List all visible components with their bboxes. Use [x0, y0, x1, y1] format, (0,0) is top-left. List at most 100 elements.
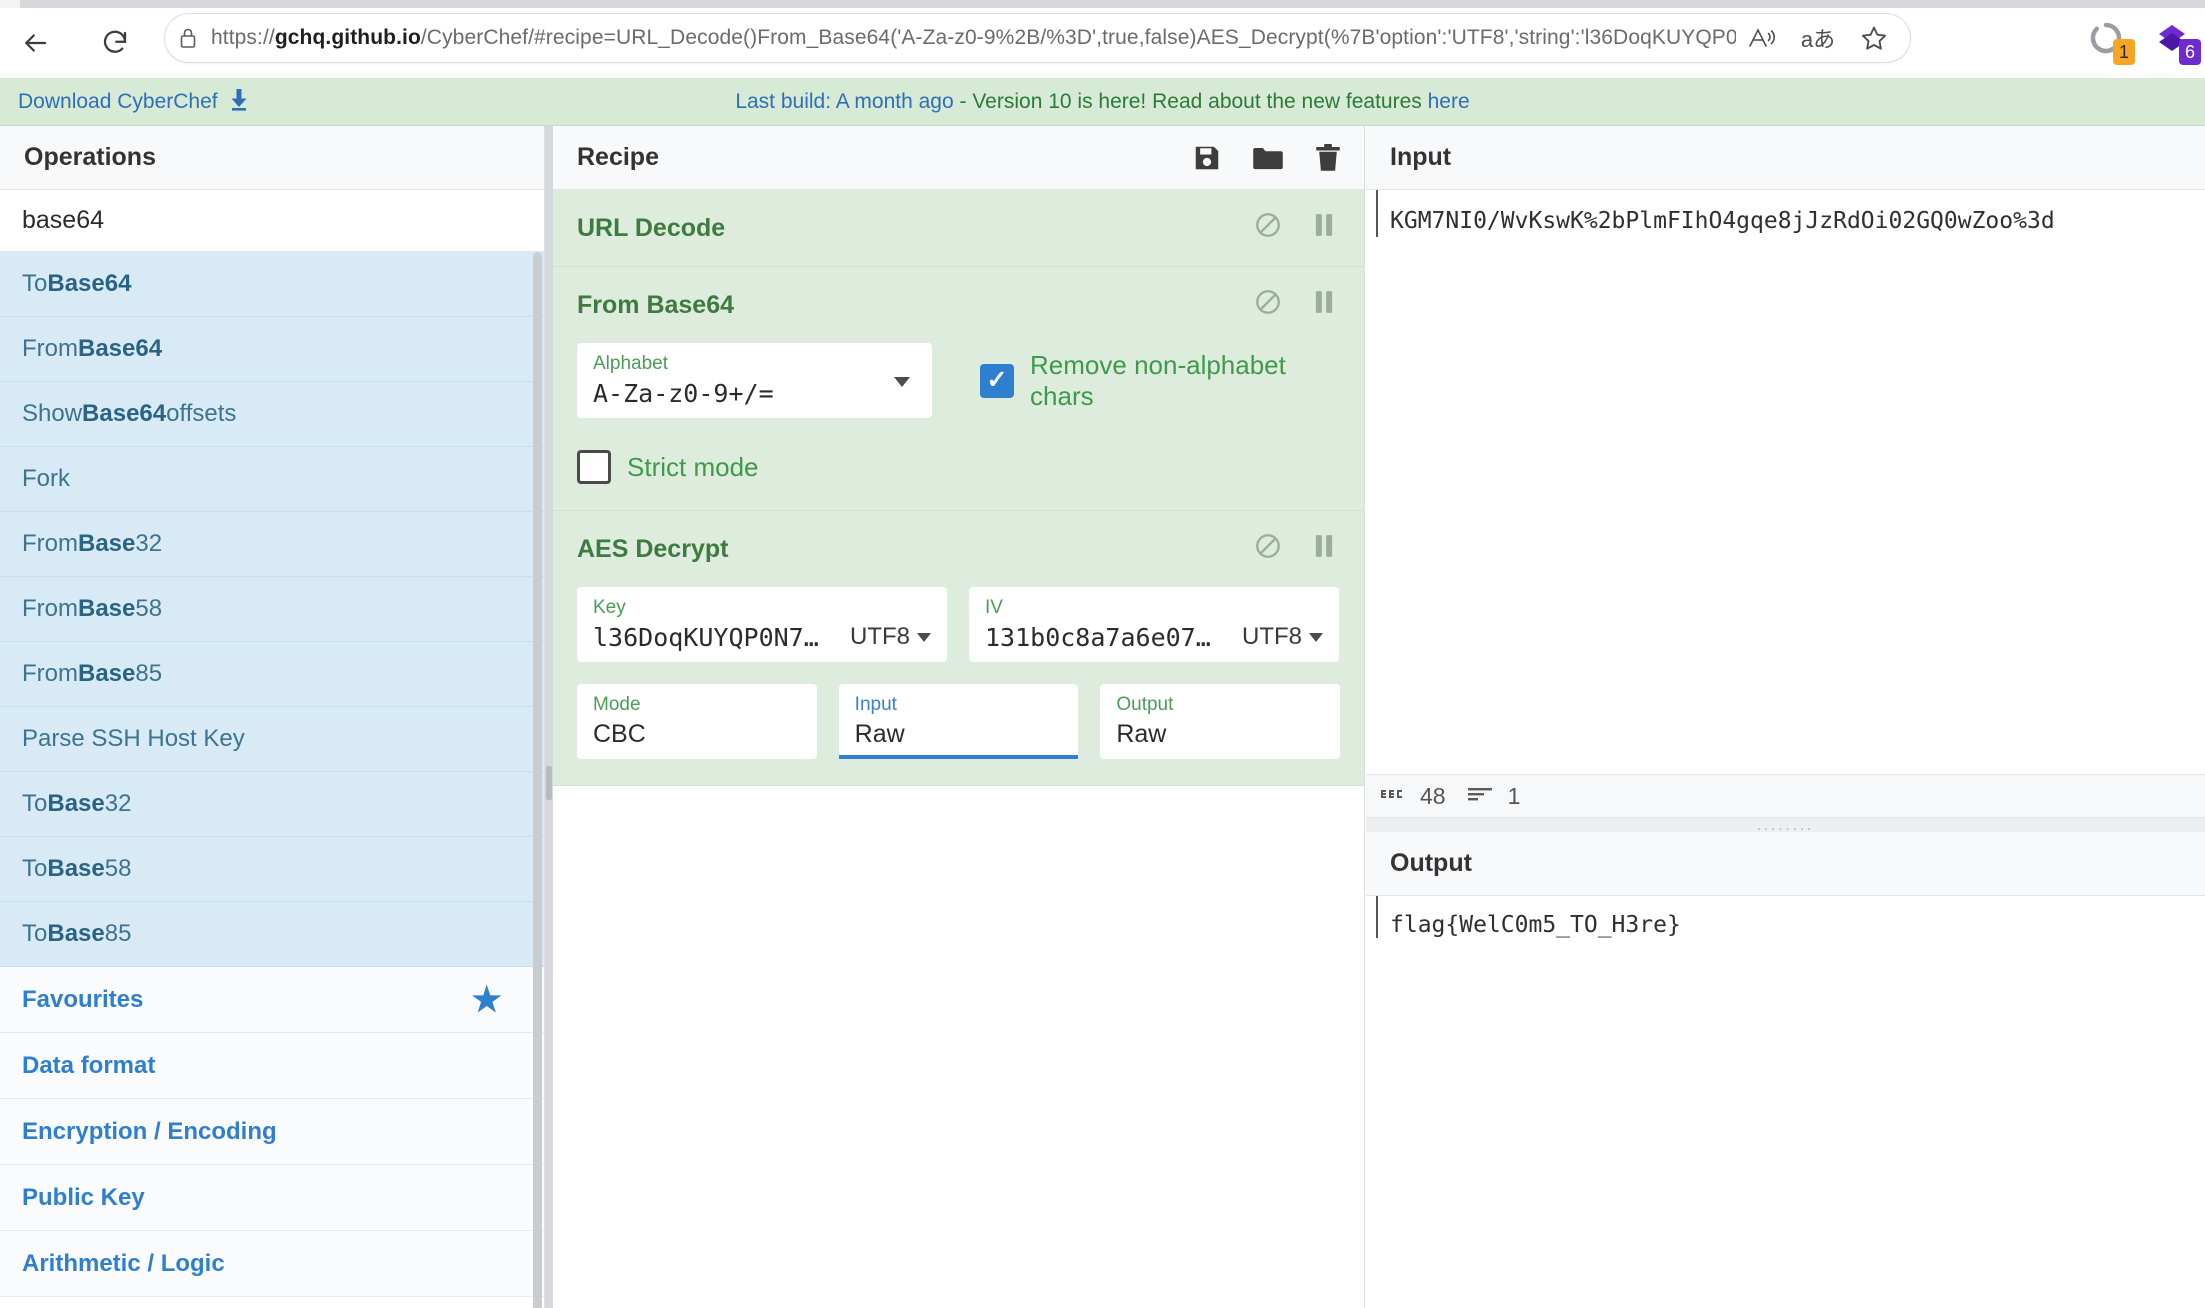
operations-scrollbar-thumb[interactable] [533, 252, 542, 1308]
operations-category-arithmetic-logic[interactable]: Arithmetic / Logic [0, 1231, 544, 1297]
address-bar[interactable]: https://gchq.github.io/CyberChef/#recipe… [165, 14, 1910, 62]
banner-message: Last build: A month ago - Version 10 is … [0, 90, 2205, 114]
abc-icon [1380, 786, 1406, 807]
alphabet-select[interactable]: Alphabet A-Za-z0-9+/= [577, 343, 932, 418]
operation-result-item[interactable]: Show Base64 offsets [0, 382, 544, 447]
operations-recipe-splitter[interactable] [545, 126, 553, 1308]
key-label: Key [593, 597, 836, 619]
recipe-operation-header: From Base64 [553, 267, 1364, 343]
recipe-operation-aes-decrypt[interactable]: AES Decrypt [553, 511, 1364, 786]
operations-scrollbar[interactable] [533, 252, 542, 1308]
iv-encoding-select[interactable]: UTF8 [1242, 623, 1323, 652]
translate-icon[interactable]: aあ [1792, 16, 1844, 60]
cyberchef-app: Operations To Base64From Base64Show Base… [0, 126, 2205, 1308]
io-splitter[interactable]: ........ [1366, 818, 2205, 832]
operations-category-favourites[interactable]: Favourites★ [0, 967, 544, 1033]
recipe-operation-url-decode[interactable]: URL Decode [553, 190, 1364, 267]
category-label: Arithmetic / Logic [22, 1250, 225, 1278]
key-value: l36DoqKUYQP0N7… [593, 623, 836, 652]
operations-categories-list: Favourites★Data format Encryption / Encod… [0, 967, 544, 1297]
output-pane-title: Output [1366, 832, 2205, 896]
operations-results-list: To Base64From Base64Show Base64 offsets F… [0, 252, 544, 967]
operation-controls [1254, 190, 1336, 266]
operation-result-item[interactable]: Parse SSH Host Key [0, 707, 544, 772]
input-length-value: 48 [1420, 783, 1446, 810]
category-label: Encryption / Encoding [22, 1118, 277, 1146]
operation-result-prefix: Fork [22, 465, 70, 493]
operation-result-item[interactable]: Fork [0, 447, 544, 512]
recipe-toolbar [1192, 126, 1342, 190]
operation-result-match: Base [78, 595, 135, 623]
key-field[interactable]: Key l36DoqKUYQP0N7… UTF8 [577, 587, 947, 662]
breakpoint-icon[interactable] [1312, 289, 1336, 322]
active-tab[interactable] [0, 0, 20, 8]
address-bar-actions: aあ [1736, 16, 1910, 60]
operation-result-item[interactable]: To Base32 [0, 772, 544, 837]
reload-button[interactable] [88, 16, 142, 70]
breakpoint-icon[interactable] [1312, 533, 1336, 566]
favourites-star-icon: ★ [472, 983, 502, 1017]
category-label: Public Key [22, 1184, 145, 1212]
operation-result-item[interactable]: From Base85 [0, 642, 544, 707]
mode-label: Mode [593, 694, 801, 716]
operations-category-encryption-encoding[interactable]: Encryption / Encoding [0, 1099, 544, 1165]
extension-purple-icon[interactable]: 6 [2149, 15, 2195, 61]
output-format-select[interactable]: Output Raw [1100, 684, 1340, 759]
operation-result-item[interactable]: To Base58 [0, 837, 544, 902]
url-host: gchq.github.io [275, 26, 421, 49]
operation-result-match: Base64 [78, 335, 162, 363]
operation-result-item[interactable]: To Base85 [0, 902, 544, 967]
operation-controls [1254, 267, 1336, 343]
chevron-down-icon [1309, 633, 1323, 642]
output-textarea[interactable]: flag{WelC0m5_TO_H3re} [1376, 896, 2205, 938]
strict-mode-checkbox-row[interactable]: Strict mode [577, 450, 1340, 484]
io-splitter-grip[interactable]: ........ [1757, 818, 1814, 833]
mode-select[interactable]: Mode CBC [577, 684, 817, 759]
lock-icon [165, 26, 211, 50]
operation-result-suffix: 85 [105, 920, 132, 948]
clear-recipe-icon[interactable] [1314, 143, 1342, 173]
address-bar-url: https://gchq.github.io/CyberChef/#recipe… [211, 26, 1736, 50]
operations-category-public-key[interactable]: Public Key [0, 1165, 544, 1231]
splitter-grip[interactable] [546, 766, 552, 800]
extension-badge-count-2: 6 [2179, 39, 2201, 65]
strict-mode-checkbox[interactable] [577, 450, 611, 484]
input-format-select[interactable]: Input Raw [839, 684, 1079, 759]
operation-result-item[interactable]: To Base64 [0, 252, 544, 317]
output-format-label: Output [1116, 694, 1324, 716]
disable-icon[interactable] [1254, 211, 1282, 246]
operation-title: From Base64 [577, 291, 734, 320]
recipe-operation-from-base64[interactable]: From Base64 [553, 267, 1364, 511]
favorite-star-icon[interactable] [1848, 16, 1900, 60]
operations-category-data-format[interactable]: Data format [0, 1033, 544, 1099]
operation-result-suffix: 58 [135, 595, 162, 623]
operation-result-item[interactable]: From Base58 [0, 577, 544, 642]
back-button[interactable] [8, 16, 62, 70]
remove-nonalphabet-checkbox-row[interactable]: ✓ Remove non-alphabet chars [980, 350, 1340, 412]
search-input[interactable] [0, 206, 544, 235]
breakpoint-icon[interactable] [1312, 212, 1336, 245]
extension-loading-icon[interactable]: 1 [2083, 15, 2129, 61]
key-encoding-select[interactable]: UTF8 [850, 623, 931, 652]
save-recipe-icon[interactable] [1192, 143, 1222, 173]
chevron-down-icon[interactable] [894, 377, 910, 387]
operation-result-item[interactable]: From Base32 [0, 512, 544, 577]
input-lines-status: 1 [1466, 783, 1521, 810]
load-recipe-icon[interactable] [1252, 143, 1284, 173]
disable-icon[interactable] [1254, 532, 1282, 567]
operation-result-prefix: Parse SSH Host Key [22, 725, 245, 753]
operation-result-item[interactable]: From Base64 [0, 317, 544, 382]
check-icon: ✓ [987, 368, 1008, 393]
operation-result-prefix: To [22, 790, 47, 818]
disable-icon[interactable] [1254, 288, 1282, 323]
last-build-link[interactable]: Last build: A month ago [735, 90, 953, 113]
operations-search[interactable] [0, 190, 544, 252]
recipe-operation-header: URL Decode [553, 190, 1364, 266]
read-aloud-icon[interactable] [1736, 16, 1788, 60]
iv-field[interactable]: IV 131b0c8a7a6e07… UTF8 [969, 587, 1339, 662]
operation-result-prefix: Show [22, 400, 82, 428]
app-banner: Download CyberChef Last build: A month a… [0, 78, 2205, 126]
input-textarea[interactable]: KGM7NI0/WvKswK%2bPlmFIhO4gqe8jJzRdOi02GQ… [1376, 190, 2205, 237]
remove-nonalphabet-checkbox[interactable]: ✓ [980, 364, 1014, 398]
new-features-link[interactable]: here [1428, 90, 1470, 113]
